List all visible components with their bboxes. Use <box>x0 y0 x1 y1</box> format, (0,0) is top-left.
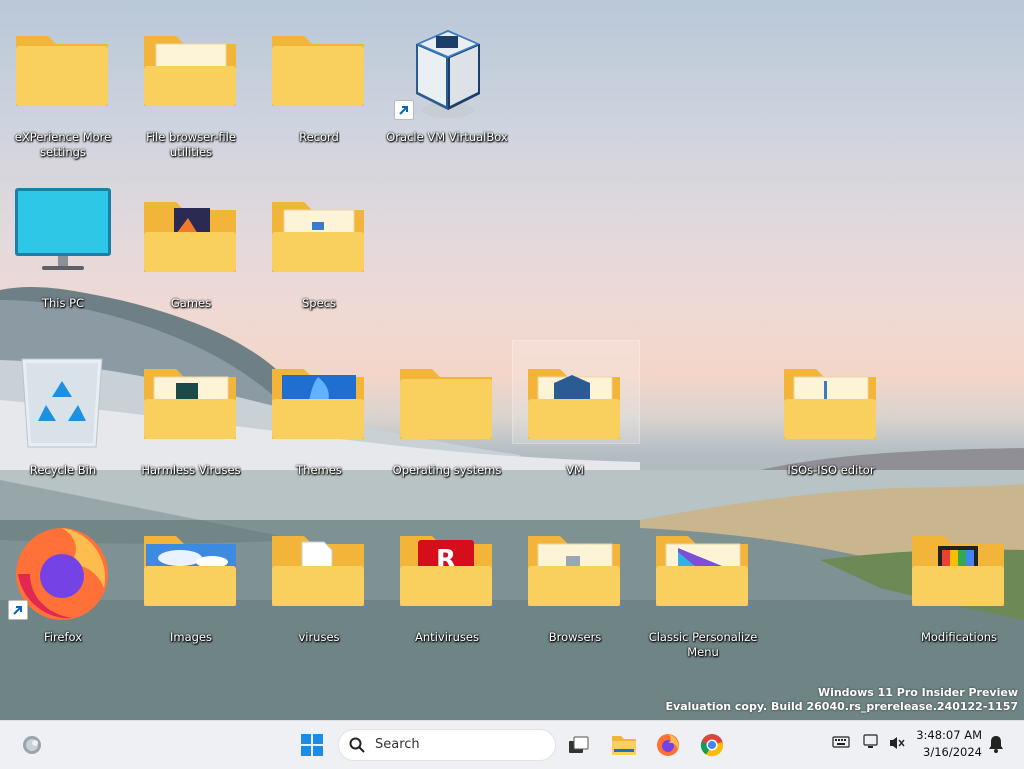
icon-label: Classic Personalize Menu <box>648 630 758 659</box>
chrome-taskbar-button[interactable] <box>696 729 728 761</box>
firefox-icon <box>657 734 679 756</box>
notification-button[interactable] <box>988 735 1004 757</box>
desktop-icon-specs[interactable]: Specs <box>256 178 376 338</box>
system-clock[interactable]: 3:48:07 AM 3/16/2024 <box>904 727 982 761</box>
desktop-icon-oracle-vm-virtualbox[interactable]: Oracle VM VirtualBox <box>384 12 508 172</box>
folder-icon <box>268 188 368 288</box>
folder-icon <box>396 355 496 455</box>
desktop-icon-antiviruses[interactable]: R Antiviruses <box>384 512 504 672</box>
folder-icon: R <box>396 522 496 622</box>
icon-label: viruses <box>298 630 340 644</box>
taskbar: Search 3:48:07 AM 3/16/2024 <box>0 720 1024 769</box>
taskbar-search-box[interactable]: Search <box>338 729 556 761</box>
icon-label: This PC <box>41 296 85 310</box>
widgets-button[interactable] <box>16 729 48 761</box>
file-explorer-icon <box>612 736 636 755</box>
keyboard-indicator[interactable] <box>832 734 850 753</box>
desktop-icon-operating-systems[interactable]: Operating systems <box>384 345 504 505</box>
watermark-line-2: Evaluation copy. Build 26040.rs_prerelea… <box>665 700 1018 713</box>
folder-icon <box>652 522 752 622</box>
folder-icon <box>268 355 368 455</box>
clock-time: 3:48:07 AM <box>916 728 982 742</box>
start-button[interactable] <box>296 729 328 761</box>
task-view-button[interactable] <box>562 729 594 761</box>
search-placeholder: Search <box>375 737 420 752</box>
icon-label: Recycle Bin <box>29 463 97 477</box>
search-icon <box>349 737 365 753</box>
folder-icon <box>12 22 112 122</box>
desktop-icon-vm[interactable]: VM <box>512 340 640 500</box>
icon-label: Themes <box>296 463 342 477</box>
folder-icon <box>140 355 240 455</box>
shortcut-arrow-icon <box>8 600 28 620</box>
network-indicator[interactable] <box>862 733 880 755</box>
icon-label: Specs <box>302 296 336 310</box>
firefox-taskbar-button[interactable] <box>652 729 684 761</box>
icon-label: Oracle VM VirtualBox <box>386 130 508 144</box>
file-explorer-button[interactable] <box>608 729 640 761</box>
notification-bell-icon <box>989 736 1003 753</box>
keyboard-icon <box>832 736 850 748</box>
chrome-icon <box>700 734 724 757</box>
icon-label: eXPerience More settings <box>14 130 112 159</box>
desktop-icon-themes[interactable]: Themes <box>256 345 376 505</box>
desktop-icon-browsers[interactable]: Browsers <box>512 512 632 672</box>
desktop-icon-file-browser-file-utilities[interactable]: File browser-file utilities <box>128 12 248 172</box>
desktop-icon-games[interactable]: Games <box>128 178 248 338</box>
icon-label: VM <box>566 463 584 477</box>
folder-icon <box>780 355 880 455</box>
recycle-bin-icon <box>12 355 112 455</box>
icon-label: Antiviruses <box>415 630 479 644</box>
folder-icon <box>140 522 240 622</box>
desktop-icon-this-pc[interactable]: This PC <box>0 178 120 338</box>
icon-label: File browser-file utilities <box>146 130 236 159</box>
icon-label: Operating systems <box>392 463 502 477</box>
desktop-icon-harmless-viruses[interactable]: Harmless Viruses <box>128 345 248 505</box>
folder-icon <box>140 22 240 122</box>
desktop-icon-recycle-bin[interactable]: Recycle Bin <box>0 345 120 505</box>
desktop-icon-isos-iso-editor[interactable]: ISOs-ISO editor <box>768 345 888 505</box>
desktop-icon-viruses[interactable]: viruses <box>256 512 376 672</box>
desktop-icon-record[interactable]: Record <box>256 12 376 172</box>
folder-icon <box>524 522 624 622</box>
icon-label: Modifications <box>920 630 998 644</box>
icon-label: Record <box>299 130 339 144</box>
folder-icon <box>908 522 1008 622</box>
icon-label: Firefox <box>43 630 83 644</box>
desktop-icon-images[interactable]: Images <box>128 512 248 672</box>
desktop-icon-firefox[interactable]: Firefox <box>0 512 120 672</box>
desktop-icon-classic-personalize-menu[interactable]: Classic Personalize Menu <box>640 512 760 672</box>
shortcut-arrow-icon <box>394 100 414 120</box>
icon-label: Browsers <box>548 630 602 644</box>
icon-label: Images <box>169 630 212 644</box>
desktop-icon-modifications[interactable]: Modifications <box>896 512 1016 672</box>
folder-icon <box>268 522 368 622</box>
start-icon <box>301 734 323 756</box>
icon-label: Harmless Viruses <box>141 463 241 477</box>
desktop-icon-experience-more-settings[interactable]: eXPerience More settings <box>0 12 120 172</box>
widgets-icon <box>23 736 41 754</box>
watermark-line-1: Windows 11 Pro Insider Preview <box>817 686 1018 699</box>
network-icon <box>863 734 878 748</box>
monitor-icon <box>12 188 112 288</box>
icon-label: Games <box>170 296 212 310</box>
build-watermark: Windows 11 Pro Insider Preview Evaluatio… <box>666 686 1018 714</box>
folder-icon <box>140 188 240 288</box>
folder-icon <box>268 22 368 122</box>
clock-date: 3/16/2024 <box>923 745 982 759</box>
folder-icon <box>524 355 624 455</box>
icon-label: ISOs-ISO editor <box>787 463 875 477</box>
task-view-icon <box>569 736 589 753</box>
